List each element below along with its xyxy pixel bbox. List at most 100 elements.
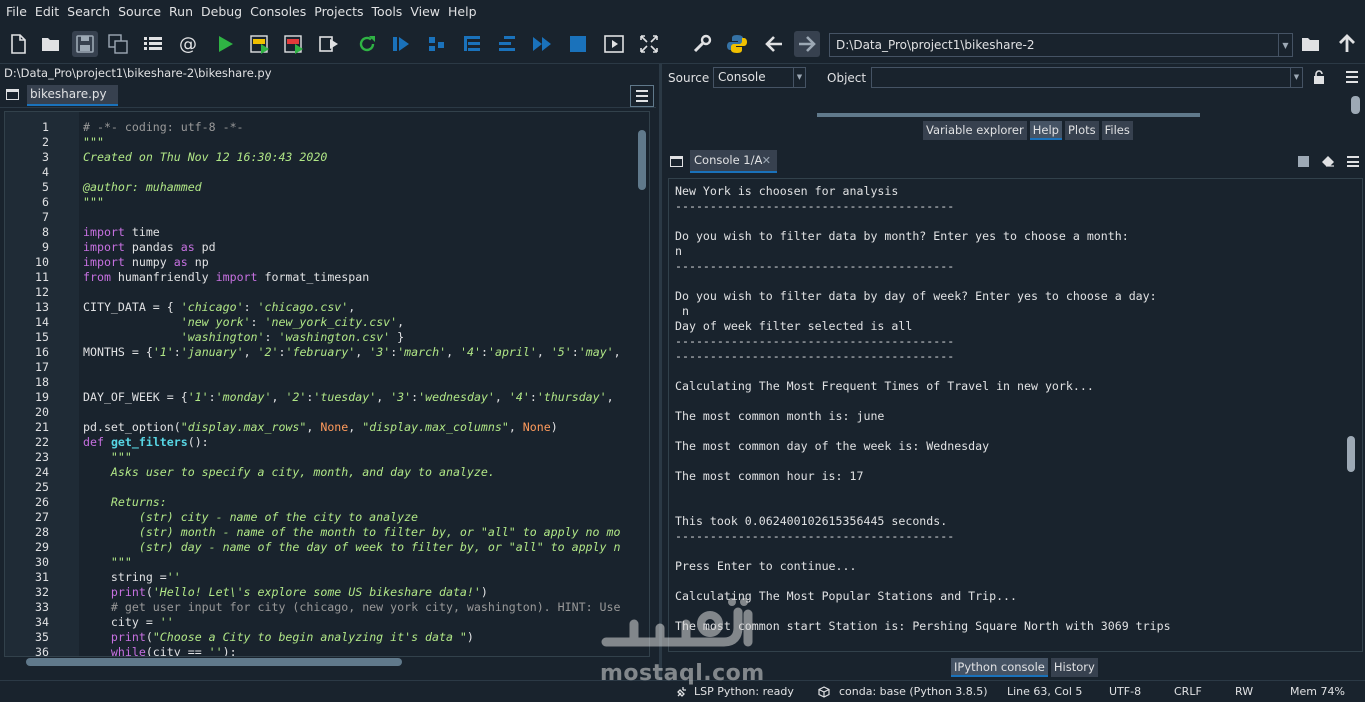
console-line: ---------------------------------------- [675, 349, 955, 363]
lock-icon[interactable] [1313, 70, 1325, 84]
line-number: 17 [35, 360, 49, 374]
editor-horizontal-scrollbar[interactable] [8, 656, 654, 668]
stop-kernel-icon[interactable] [1298, 156, 1309, 167]
window-icon[interactable] [6, 89, 19, 100]
fullscreen-icon[interactable] [636, 31, 662, 57]
menu-source[interactable]: Source [114, 0, 165, 24]
forward-icon[interactable] [794, 31, 820, 57]
code-text: from humanfriendly import format_timespa… [83, 270, 370, 284]
menu-edit[interactable]: Edit [31, 0, 63, 24]
menu-help[interactable]: Help [444, 0, 481, 24]
parent-folder-icon[interactable] [1334, 31, 1360, 57]
menu-debug[interactable]: Debug [197, 0, 246, 24]
line-number: 9 [42, 240, 49, 254]
line-number: 23 [35, 450, 49, 464]
menu-run[interactable]: Run [165, 0, 197, 24]
debug-icon[interactable] [388, 31, 414, 57]
run-cell-advance-icon[interactable] [281, 31, 307, 57]
menu-view[interactable]: View [406, 0, 444, 24]
tab-files[interactable]: Files [1101, 121, 1133, 140]
save-all-icon[interactable] [105, 31, 131, 57]
step-into-icon[interactable] [459, 31, 485, 57]
close-icon[interactable]: ✕ [762, 150, 771, 171]
open-folder-icon[interactable] [38, 31, 64, 57]
tab-variable-explorer[interactable]: Variable explorer [923, 121, 1027, 140]
code-text: DAY_OF_WEEK = {'1':'monday', '2':'tuesda… [83, 390, 614, 404]
save-icon[interactable] [72, 31, 98, 57]
help-object-input[interactable]: ▼ [871, 67, 1303, 88]
code-text: string ='' [83, 570, 181, 584]
code-text: 'new york': 'new_york_city.csv', [180, 315, 405, 329]
line-number: 35 [35, 630, 49, 644]
chevron-down-icon[interactable]: ▼ [1278, 34, 1292, 56]
window-icon[interactable] [670, 156, 683, 167]
step-return-icon[interactable] [494, 31, 520, 57]
chevron-down-icon[interactable]: ▼ [793, 68, 805, 87]
editor-options-icon[interactable] [630, 85, 654, 107]
run-selection-icon[interactable] [316, 31, 342, 57]
tab-plots[interactable]: Plots [1064, 121, 1099, 140]
line-number: 8 [42, 225, 49, 239]
line-number: 34 [35, 615, 49, 629]
ipython-console-output[interactable]: New York is choosen for analysis --------… [668, 178, 1363, 652]
tab-console-1a[interactable]: Console 1/A ✕ [690, 150, 777, 173]
run-cell-icon[interactable] [247, 31, 273, 57]
tab-ipython-console[interactable]: IPython console [951, 658, 1048, 677]
preferences-icon[interactable] [689, 31, 715, 57]
help-vertical-scrollbar[interactable] [1351, 96, 1361, 116]
console-line: ---------------------------------------- [675, 529, 955, 543]
browse-folder-icon[interactable] [1298, 31, 1324, 57]
step-icon[interactable] [424, 31, 450, 57]
at-icon[interactable]: @ [175, 31, 201, 57]
editor-file-path: D:\Data_Pro\project1\bikeshare-2\bikesha… [4, 66, 272, 80]
code-text: import time [83, 225, 160, 239]
python-path-icon[interactable] [724, 31, 750, 57]
eraser-icon[interactable] [1321, 155, 1335, 167]
menu-file[interactable]: File [2, 0, 31, 24]
back-icon[interactable] [761, 31, 787, 57]
menu-tools[interactable]: Tools [368, 0, 407, 24]
help-source-label: Source [668, 71, 710, 85]
tab-help[interactable]: Help [1029, 121, 1062, 140]
editor-vertical-scrollbar[interactable] [637, 116, 647, 646]
tab-history[interactable]: History [1050, 658, 1098, 677]
line-number: 24 [35, 465, 49, 479]
line-number: 15 [35, 330, 49, 344]
working-directory-combo[interactable]: D:\Data_Pro\project1\bikeshare-2 ▼ [829, 33, 1293, 57]
stop-debug-icon[interactable] [565, 31, 591, 57]
svg-text:@: @ [179, 34, 197, 55]
line-number: 10 [35, 255, 49, 269]
console-line: ---------------------------------------- [675, 334, 955, 348]
line-number: 21 [35, 420, 49, 434]
line-number: 28 [35, 525, 49, 539]
console-line: The most common start Station is: Pershi… [675, 619, 1171, 633]
run-icon[interactable] [212, 31, 238, 57]
chevron-down-icon[interactable]: ▼ [1290, 68, 1302, 87]
rerun-icon[interactable] [354, 31, 380, 57]
line-number: 3 [42, 150, 49, 164]
maximize-pane-icon[interactable] [601, 31, 627, 57]
console-line: New York is choosen for analysis [675, 184, 899, 198]
console-vertical-scrollbar[interactable] [1345, 184, 1357, 650]
console-options-icon[interactable] [1347, 156, 1359, 167]
tab-bikeshare-py[interactable]: bikeshare.py [27, 85, 118, 106]
code-text: """ [83, 195, 104, 209]
menu-projects[interactable]: Projects [310, 0, 367, 24]
help-source-select[interactable]: Console ▼ [713, 67, 806, 88]
pane-splitter[interactable] [659, 64, 662, 680]
console-line: Calculating The Most Popular Stations an… [675, 589, 1018, 603]
cursor-position: Line 63, Col 5 [1007, 685, 1083, 698]
menu-search[interactable]: Search [63, 0, 114, 24]
continue-icon[interactable] [529, 31, 555, 57]
code-editor[interactable]: 1 # -*- coding: utf-8 -*- 2 """ 3 Created on … [4, 111, 650, 657]
menu-consoles[interactable]: Consoles [246, 0, 310, 24]
cube-icon [818, 686, 830, 698]
console-line: ---------------------------------------- [675, 259, 955, 273]
help-options-icon[interactable] [1346, 70, 1360, 84]
outline-icon[interactable] [140, 31, 166, 57]
line-number: 6 [42, 195, 49, 209]
line-number: 19 [35, 390, 49, 404]
new-file-icon[interactable] [5, 31, 31, 57]
console-line: The most common day of the week is: Wedn… [675, 439, 990, 453]
file-permissions: RW [1235, 685, 1254, 698]
